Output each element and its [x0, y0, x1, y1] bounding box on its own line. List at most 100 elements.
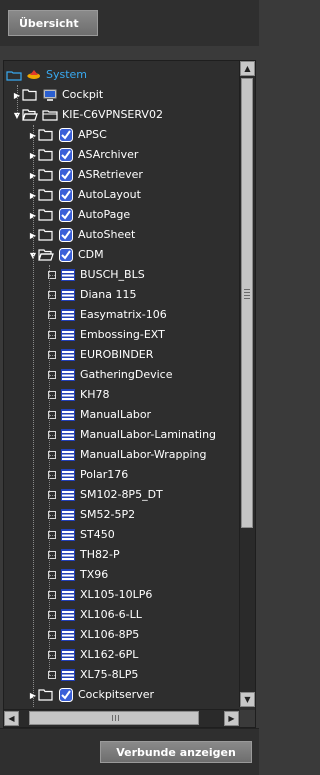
tree-item-th82-p[interactable]: TH82-P — [44, 545, 120, 565]
folder-icon — [38, 167, 54, 183]
tree-connector — [49, 395, 55, 396]
tree-item-autopage[interactable]: ▶ AutoPage — [28, 205, 130, 225]
tree-view[interactable]: System ▶ Cockpit ▼ KIE-C6VPNSERV02 ▶ APSC ▶ ASAr… — [4, 61, 238, 707]
tree-item-diana-115[interactable]: Diana 115 — [44, 285, 136, 305]
tree-item-manuallabor-wrapping[interactable]: ManualLabor-Wrapping — [44, 445, 207, 465]
scroll-right-icon[interactable]: ▶ — [224, 711, 239, 726]
tree-item-label: AutoSheet — [78, 228, 136, 241]
tree-connector — [49, 635, 55, 636]
tree-item-busch-bls[interactable]: BUSCH_BLS — [44, 265, 145, 285]
tree-item-xl106-8p5[interactable]: XL106-8P5 — [44, 625, 139, 645]
tree-item-autolayout[interactable]: ▶ AutoLayout — [28, 185, 141, 205]
tree-connector — [49, 615, 55, 616]
scroll-left-icon[interactable]: ◀ — [4, 711, 19, 726]
tree-connector — [49, 335, 55, 336]
tree-item-label: EUROBINDER — [80, 348, 154, 361]
tree-item-label: ASRetriever — [78, 168, 143, 181]
tree-item-asarchiver[interactable]: ▶ ASArchiver — [28, 145, 138, 165]
folder-icon — [38, 147, 54, 163]
device-icon — [60, 327, 76, 343]
tree-connector — [49, 535, 55, 536]
tree-connector — [49, 435, 55, 436]
tree-item-system[interactable]: System — [6, 65, 87, 85]
check-icon — [58, 127, 74, 143]
device-icon — [60, 487, 76, 503]
tree-item-xl75-8lp5[interactable]: XL75-8LP5 — [44, 665, 138, 685]
tree-item-label: ManualLabor — [80, 408, 152, 421]
tree-item-label: XL106-8P5 — [80, 628, 140, 641]
tree-item-xl162-6pl[interactable]: XL162-6PL — [44, 645, 138, 665]
tree-item-manuallabor[interactable]: ManualLabor — [44, 405, 151, 425]
device-icon — [60, 567, 76, 583]
tree-item-gatheringdevice[interactable]: GatheringDevice — [44, 365, 172, 385]
tree-item-autosheet[interactable]: ▶ AutoSheet — [28, 225, 135, 245]
scroll-up-icon[interactable]: ▲ — [240, 61, 255, 76]
scroll-corner — [240, 710, 255, 727]
check-icon — [58, 147, 74, 163]
device-icon — [60, 527, 76, 543]
tree-item-label: APSC — [78, 128, 107, 141]
header-bar: Übersicht — [0, 0, 259, 46]
device-icon — [60, 607, 76, 623]
tree-item-polar176[interactable]: Polar176 — [44, 465, 128, 485]
tree-item-manuallabor-laminating[interactable]: ManualLabor-Laminating — [44, 425, 216, 445]
tree-item-label: AutoLayout — [78, 188, 141, 201]
tree-item-embossing-ext[interactable]: Embossing-EXT — [44, 325, 165, 345]
tree-item-label: XL75-8LP5 — [80, 668, 139, 681]
tree-connector — [49, 655, 55, 656]
tree-item-label: Polar176 — [80, 468, 129, 481]
tree-item-xl105-10lp6[interactable]: XL105-10LP6 — [44, 585, 152, 605]
device-icon — [60, 627, 76, 643]
tree-connector — [49, 555, 55, 556]
folder-icon — [38, 207, 54, 223]
tree-item-eurobinder[interactable]: EUROBINDER — [44, 345, 153, 365]
tree-connector — [49, 355, 55, 356]
tree-item-label: TH82-P — [80, 548, 120, 561]
tree-item-label: ASArchiver — [78, 148, 139, 161]
device-icon — [60, 647, 76, 663]
folder-icon — [38, 127, 54, 143]
scroll-down-icon[interactable]: ▼ — [240, 692, 255, 707]
horizontal-scrollbar[interactable]: ◀ ▶ — [4, 709, 239, 727]
tree-item-label: ManualLabor-Laminating — [80, 428, 217, 441]
folder-icon — [38, 187, 54, 203]
vertical-scroll-thumb[interactable] — [241, 78, 253, 528]
tree-connector — [49, 495, 55, 496]
tree-item-label: XL106-6-LL — [80, 608, 142, 621]
tree-item-label: Easymatrix-106 — [80, 308, 167, 321]
tree-connector — [49, 595, 55, 596]
device-icon — [60, 407, 76, 423]
tree-item-cdm[interactable]: ▼ CDM — [28, 245, 104, 265]
tree-item-sm102-8p5-dt[interactable]: SM102-8P5_DT — [44, 485, 163, 505]
tree-item-asretriever[interactable]: ▶ ASRetriever — [28, 165, 143, 185]
vertical-scrollbar[interactable]: ▲ ▼ — [239, 61, 255, 707]
tree-connector — [49, 455, 55, 456]
tree-item-label: BUSCH_BLS — [80, 268, 145, 281]
tree-item-cockpitserver[interactable]: ▶ Cockpitserver — [28, 685, 154, 705]
tree-item-label: SM52-5P2 — [80, 508, 136, 521]
tree-item-label: ST450 — [80, 528, 115, 541]
tree-item-kie-c6vpnserv02[interactable]: ▼ KIE-C6VPNSERV02 — [12, 105, 163, 125]
check-icon — [58, 687, 74, 703]
tree-connector — [33, 125, 34, 707]
tree-item-xl106-6-ll[interactable]: XL106-6-LL — [44, 605, 142, 625]
folder-icon — [22, 87, 38, 103]
tree-item-label: XL162-6PL — [80, 648, 139, 661]
tree-item-sm52-5p2[interactable]: SM52-5P2 — [44, 505, 135, 525]
device-icon — [60, 307, 76, 323]
folder-icon — [38, 687, 54, 703]
show-connections-button[interactable]: Verbunde anzeigen — [100, 741, 252, 763]
system-folder-icon — [6, 67, 22, 83]
horizontal-scroll-thumb[interactable] — [29, 711, 199, 725]
tree-connector — [49, 575, 55, 576]
device-icon — [60, 547, 76, 563]
device-icon — [60, 427, 76, 443]
device-icon — [60, 287, 76, 303]
computer-icon — [42, 87, 58, 103]
folder-open-icon — [22, 107, 38, 123]
tree-item-apsc[interactable]: ▶ APSC — [28, 125, 107, 145]
overview-button[interactable]: Übersicht — [8, 10, 98, 36]
tree-item-cockpit[interactable]: ▶ Cockpit — [12, 85, 103, 105]
tree-connector — [49, 375, 55, 376]
tree-item-easymatrix-106[interactable]: Easymatrix-106 — [44, 305, 167, 325]
